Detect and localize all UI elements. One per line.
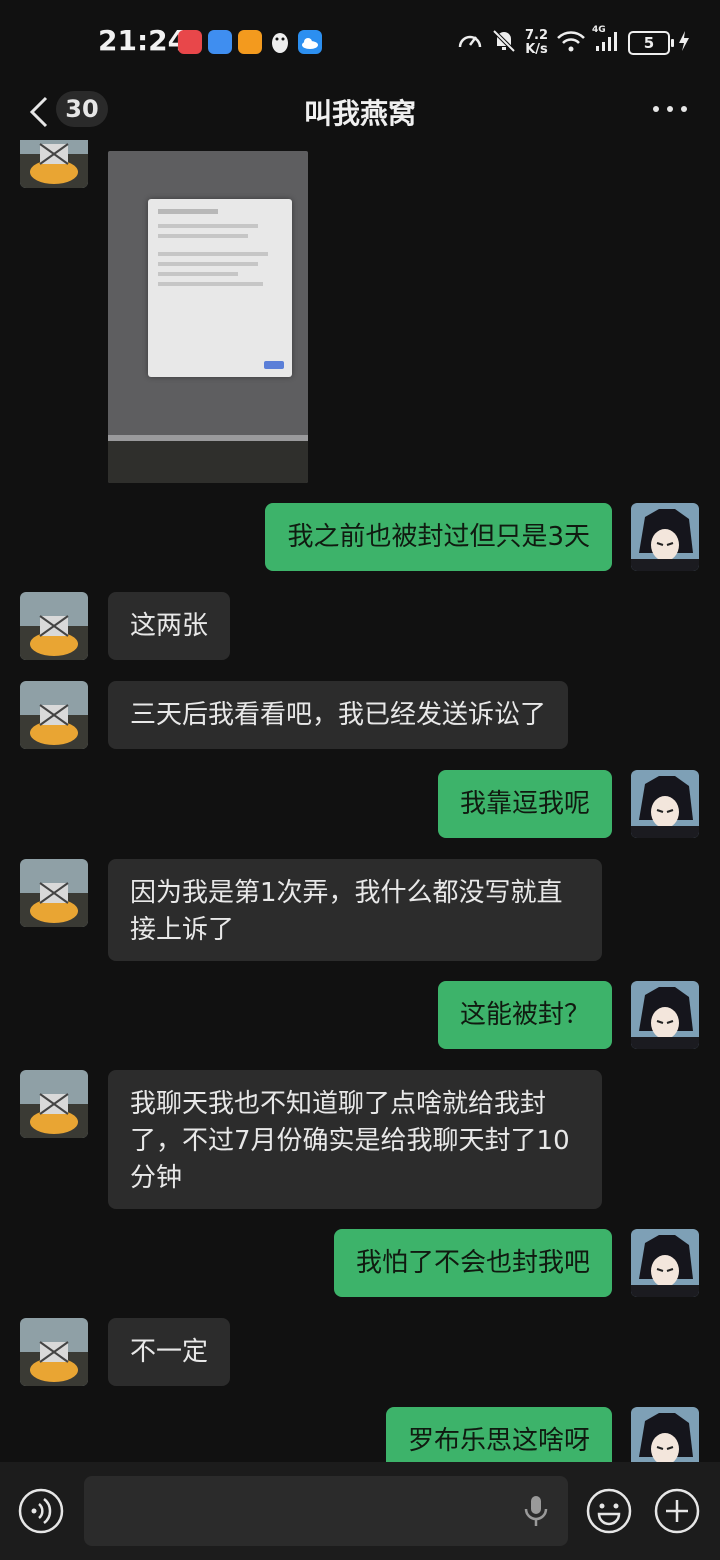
my-avatar[interactable] [631,770,699,838]
message-bubble-incoming[interactable]: 我聊天我也不知道聊了点啥就给我封了，不过7月份确实是给我聊天封了10分钟 [108,1070,602,1209]
contact-avatar[interactable] [20,592,88,660]
chat-header: 30 叫我燕窝 [0,84,720,140]
message-bubble-incoming[interactable]: 因为我是第1次弄，我什么都没写就直接上诉了 [108,859,602,961]
my-avatar[interactable] [631,503,699,571]
emoji-icon[interactable] [586,1488,632,1534]
my-avatar[interactable] [631,1407,699,1462]
input-bar [0,1462,720,1560]
message-input[interactable] [84,1476,568,1546]
weather-cloud-icon [298,30,322,54]
browser-app-icon [208,30,232,54]
message-bubble-incoming[interactable]: 不一定 [108,1318,231,1386]
contact-avatar[interactable] [20,1318,88,1386]
message-bubble-outgoing[interactable]: 这能被封？ [437,981,612,1049]
status-time: 21:24 [98,24,188,57]
more-functions-plus-icon[interactable] [654,1488,700,1534]
message-bubble-outgoing[interactable]: 我怕了不会也封我吧 [333,1229,612,1297]
message-bubble-outgoing[interactable]: 我靠逗我呢 [437,770,612,838]
message-bubble-incoming[interactable]: 三天后我看看吧，我已经发送诉讼了 [108,681,569,749]
more-options-icon[interactable] [650,94,690,124]
shopping-app-icon [178,30,202,54]
contact-avatar[interactable] [20,1070,88,1138]
mute-bell-icon [491,28,517,58]
contact-avatar[interactable] [20,140,88,188]
voice-input-icon[interactable] [18,1488,64,1534]
chat-title: 叫我燕窝 [303,97,416,130]
video-app-icon [238,30,262,54]
message-list[interactable]: 我之前也被封过但只是3天 这两张 三天后我看看吧，我已经发送诉讼了 我靠逗我呢 … [0,140,720,1462]
photo-screen-dialog [148,199,292,377]
image-message[interactable] [108,151,308,483]
microphone-icon[interactable] [522,1494,550,1528]
message-bubble-outgoing[interactable]: 我之前也被封过但只是3天 [265,503,612,571]
charging-bolt-icon [678,30,690,56]
contact-avatar[interactable] [20,859,88,927]
my-avatar[interactable] [631,981,699,1049]
network-speed: 7.2 K/s [524,28,548,57]
qq-penguin-icon [268,30,292,54]
cellular-signal-icon: 4G [592,25,620,57]
message-bubble-incoming[interactable]: 这两张 [108,592,231,660]
speed-dial-icon [457,29,483,57]
message-bubble-outgoing[interactable]: 罗布乐思这啥呀 [385,1407,612,1462]
wifi-icon [556,29,586,57]
contact-avatar[interactable] [20,681,88,749]
battery-indicator: 5 [628,31,674,55]
my-avatar[interactable] [631,1229,699,1297]
status-bar: 21:24 7.2 K/s 4G 5 [0,0,720,84]
